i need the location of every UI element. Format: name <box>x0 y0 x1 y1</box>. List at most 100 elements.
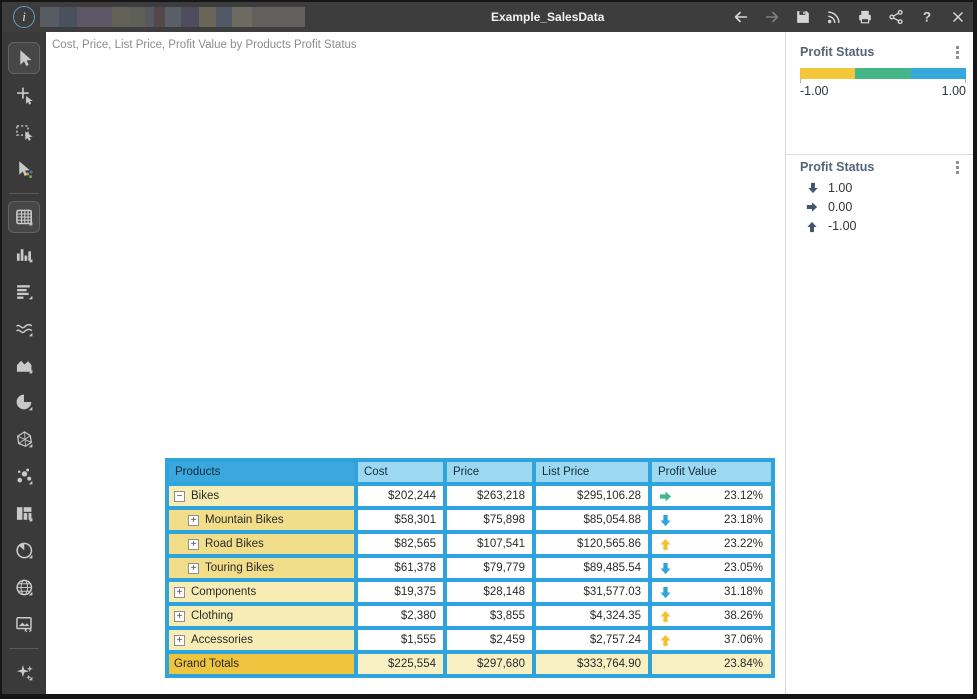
value-cell-cost[interactable]: $2,380 <box>358 606 443 626</box>
row-label-cell[interactable]: Grand Totals <box>169 654 354 674</box>
kebab-menu-icon[interactable] <box>950 44 964 60</box>
share-icon[interactable] <box>886 8 905 27</box>
value-cell-list_price[interactable]: $2,757.24 <box>536 630 648 650</box>
redacted-menu-item[interactable] <box>40 7 59 27</box>
redacted-menu-item[interactable] <box>130 7 145 27</box>
value-cell-price[interactable]: $79,779 <box>447 558 532 578</box>
forward-icon[interactable] <box>762 8 781 27</box>
tool-scatter-plot-icon[interactable] <box>8 460 40 492</box>
value-cell-profit[interactable]: 37.06% <box>652 630 771 650</box>
legend-item[interactable]: -1.00 <box>806 219 857 233</box>
help-icon[interactable]: ? <box>917 8 936 27</box>
tool-bar-chart-icon[interactable] <box>8 238 40 270</box>
value-cell-cost[interactable]: $19,375 <box>358 582 443 602</box>
tool-area-chart-icon[interactable] <box>8 349 40 381</box>
column-header-price[interactable]: Price <box>447 462 532 482</box>
column-header-profit-value[interactable]: Profit Value <box>652 462 771 482</box>
row-label-cell[interactable]: +Clothing <box>169 606 354 626</box>
redacted-menu-item[interactable] <box>77 7 112 27</box>
redacted-menu-item[interactable] <box>165 7 181 27</box>
redacted-menu-item[interactable] <box>232 7 252 27</box>
redacted-menu-item[interactable] <box>216 7 232 27</box>
expand-icon[interactable]: + <box>188 563 199 574</box>
tool-gauge-chart-icon[interactable] <box>8 534 40 566</box>
value-cell-cost[interactable]: $1,555 <box>358 630 443 650</box>
tool-line-chart-icon[interactable] <box>8 312 40 344</box>
titlebar-actions: ? <box>731 2 967 32</box>
value-cell-cost[interactable]: $225,554 <box>358 654 443 674</box>
redacted-menu-item[interactable] <box>199 7 216 27</box>
row-label-cell[interactable]: +Mountain Bikes <box>169 510 354 530</box>
value-cell-list_price[interactable]: $31,577.03 <box>536 582 648 602</box>
expand-icon[interactable]: + <box>174 587 185 598</box>
back-icon[interactable] <box>731 8 750 27</box>
value-cell-profit[interactable]: 23.22% <box>652 534 771 554</box>
tool-lasso-select-icon[interactable] <box>8 116 40 148</box>
value-cell-price[interactable]: $263,218 <box>447 486 532 506</box>
value-cell-list_price[interactable]: $85,054.88 <box>536 510 648 530</box>
tool-crosshair-select-icon[interactable] <box>8 79 40 111</box>
save-icon[interactable] <box>793 8 812 27</box>
value-cell-cost[interactable]: $61,378 <box>358 558 443 578</box>
value-cell-price[interactable]: $75,898 <box>447 510 532 530</box>
value-cell-profit[interactable]: 23.18% <box>652 510 771 530</box>
value-cell-list_price[interactable]: $295,106.28 <box>536 486 648 506</box>
value-cell-price[interactable]: $28,148 <box>447 582 532 602</box>
row-label-cell[interactable]: +Components <box>169 582 354 602</box>
column-header-cost[interactable]: Cost <box>358 462 443 482</box>
legend-item-label: 0.00 <box>828 200 852 214</box>
expand-icon[interactable]: + <box>188 539 199 550</box>
legend-item[interactable]: 0.00 <box>806 200 857 214</box>
value-cell-profit[interactable]: 23.05% <box>652 558 771 578</box>
tool-marking-select-icon[interactable] <box>8 153 40 185</box>
collapse-icon[interactable]: − <box>174 491 185 502</box>
kebab-menu-icon[interactable] <box>950 159 964 175</box>
value-cell-list_price[interactable]: $4,324.35 <box>536 606 648 626</box>
value-cell-profit[interactable]: 23.84% <box>652 654 771 674</box>
redacted-menu-item[interactable] <box>145 7 154 27</box>
column-header-list-price[interactable]: List Price <box>536 462 648 482</box>
value-cell-price[interactable]: $297,680 <box>447 654 532 674</box>
tool-ai-assistant-icon[interactable] <box>8 656 40 688</box>
value-cell-cost[interactable]: $202,244 <box>358 486 443 506</box>
redacted-menu-item[interactable] <box>112 7 130 27</box>
redacted-menu-item[interactable] <box>252 7 305 27</box>
tool-treemap-icon[interactable] <box>8 497 40 529</box>
value-cell-cost[interactable]: $82,565 <box>358 534 443 554</box>
svg-text:?: ? <box>922 10 930 25</box>
value-cell-cost[interactable]: $58,301 <box>358 510 443 530</box>
info-icon[interactable]: i <box>13 6 35 28</box>
redacted-menu-item[interactable] <box>154 7 165 27</box>
tool-image-widget-icon[interactable] <box>8 608 40 640</box>
broadcast-icon[interactable] <box>824 8 843 27</box>
value-cell-list_price[interactable]: $89,485.54 <box>536 558 648 578</box>
value-cell-price[interactable]: $2,459 <box>447 630 532 650</box>
redacted-menu-item[interactable] <box>59 7 77 27</box>
column-header-products[interactable]: Products <box>169 462 354 482</box>
value-cell-profit[interactable]: 31.18% <box>652 582 771 602</box>
row-label-cell[interactable]: +Touring Bikes <box>169 558 354 578</box>
expand-icon[interactable]: + <box>174 611 185 622</box>
value-cell-price[interactable]: $107,541 <box>447 534 532 554</box>
print-icon[interactable] <box>855 8 874 27</box>
expand-icon[interactable]: + <box>174 635 185 646</box>
value-cell-profit[interactable]: 23.12% <box>652 486 771 506</box>
legend-item-label: -1.00 <box>828 219 857 233</box>
tool-pie-chart-icon[interactable] <box>8 386 40 418</box>
value-cell-price[interactable]: $3,855 <box>447 606 532 626</box>
tool-horizontal-bar-chart-icon[interactable] <box>8 275 40 307</box>
row-label-cell[interactable]: −Bikes <box>169 486 354 506</box>
expand-icon[interactable]: + <box>188 515 199 526</box>
redacted-menu-item[interactable] <box>181 7 199 27</box>
value-cell-list_price[interactable]: $333,764.90 <box>536 654 648 674</box>
value-cell-profit[interactable]: 38.26% <box>652 606 771 626</box>
legend-item[interactable]: 1.00 <box>806 181 857 195</box>
tool-radar-chart-icon[interactable] <box>8 423 40 455</box>
tool-pointer-select-icon[interactable] <box>8 42 40 74</box>
value-cell-list_price[interactable]: $120,565.86 <box>536 534 648 554</box>
row-label-cell[interactable]: +Accessories <box>169 630 354 650</box>
row-label-cell[interactable]: +Road Bikes <box>169 534 354 554</box>
tool-cross-table-icon[interactable] <box>8 201 40 233</box>
close-icon[interactable] <box>948 8 967 27</box>
tool-map-chart-icon[interactable] <box>8 571 40 603</box>
